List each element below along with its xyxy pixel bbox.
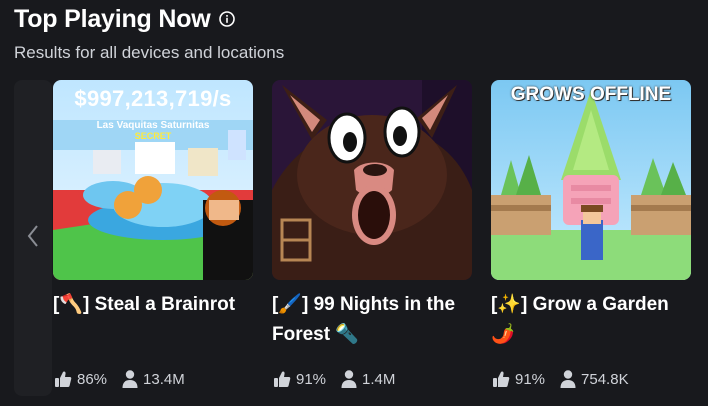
- game-thumbnail[interactable]: [272, 80, 472, 280]
- thumbnail-banner: $997,213,719/s: [74, 86, 232, 111]
- game-card[interactable]: GROWS OFFLINE [✨] Grow a Garden 🌶️ 91% 7…: [491, 80, 691, 396]
- game-title[interactable]: [🖌️] 99 Nights in the Forest 🔦: [272, 290, 477, 350]
- section-header: Top Playing Now: [14, 2, 235, 36]
- game-card[interactable]: $997,213,719/s Las Vaquitas Saturnitas S…: [53, 80, 253, 396]
- game-stats: 91% 1.4M: [272, 368, 395, 390]
- game-thumbnail[interactable]: GROWS OFFLINE: [491, 80, 691, 280]
- section-title: Top Playing Now: [14, 4, 211, 33]
- thumbs-up-icon: [491, 369, 511, 389]
- game-thumbnail[interactable]: $997,213,719/s Las Vaquitas Saturnitas S…: [53, 80, 253, 280]
- game-title[interactable]: [✨] Grow a Garden 🌶️: [491, 290, 696, 350]
- scroll-left-button[interactable]: [14, 80, 52, 396]
- person-icon: [559, 369, 577, 389]
- game-stats: 91% 754.8K: [491, 368, 629, 390]
- player-count: 1.4M: [362, 370, 396, 388]
- thumbnail-badge: SECRET: [134, 131, 172, 141]
- player-count: 13.4M: [143, 370, 185, 388]
- chevron-left-icon: [26, 224, 40, 253]
- thumbnail-caption: Las Vaquitas Saturnitas: [96, 120, 210, 131]
- like-ratio: 91%: [296, 370, 327, 388]
- thumbnail-banner: GROWS OFFLINE: [510, 84, 672, 105]
- thumbs-up-icon: [53, 369, 73, 389]
- player-count: 754.8K: [581, 370, 629, 388]
- game-stats: 86% 13.4M: [53, 368, 185, 390]
- game-title[interactable]: [🪓] Steal a Brainrot: [53, 290, 258, 320]
- person-icon: [121, 369, 139, 389]
- info-icon[interactable]: [218, 11, 235, 27]
- game-card[interactable]: [🖌️] 99 Nights in the Forest 🔦 91% 1.4M: [272, 80, 472, 396]
- thumbs-up-icon: [272, 369, 292, 389]
- person-icon: [340, 369, 358, 389]
- section-subtitle: Results for all devices and locations: [14, 43, 285, 62]
- like-ratio: 91%: [515, 370, 546, 388]
- like-ratio: 86%: [77, 370, 108, 388]
